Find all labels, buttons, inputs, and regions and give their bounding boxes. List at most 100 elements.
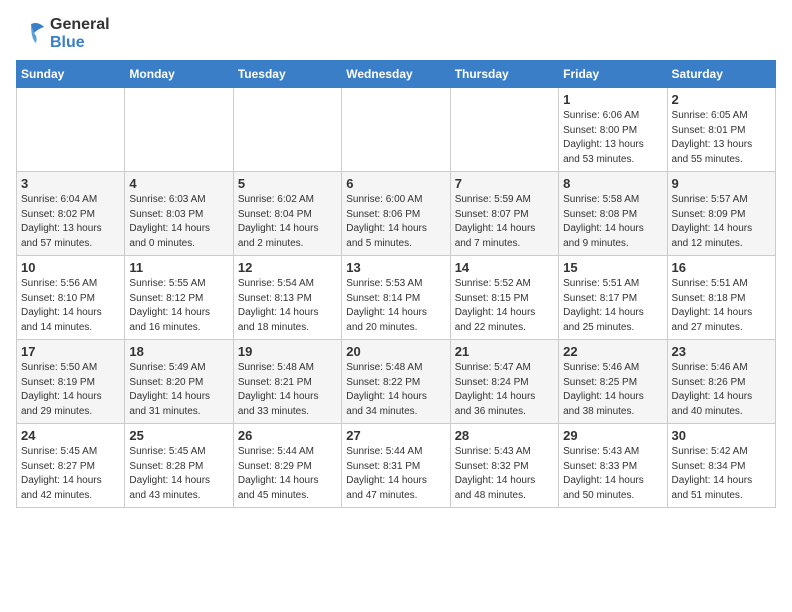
calendar-cell: 1 Sunrise: 6:06 AM Sunset: 8:00 PM Daylig… <box>559 88 667 172</box>
week-row-3: 10 Sunrise: 5:56 AM Sunset: 8:10 PM Dayli… <box>17 256 776 340</box>
day-number: 7 <box>455 176 554 191</box>
cell-info: Sunrise: 5:47 AM Sunset: 8:24 PM Dayligh… <box>455 361 554 419</box>
day-number: 4 <box>129 176 228 191</box>
header-day-saturday: Saturday <box>667 61 775 88</box>
day-number: 29 <box>563 428 662 443</box>
cell-info: Sunrise: 5:59 AM Sunset: 8:07 PM Dayligh… <box>455 193 554 251</box>
cell-info: Sunrise: 6:00 AM Sunset: 8:06 PM Dayligh… <box>346 193 445 251</box>
cell-info: Sunrise: 5:46 AM Sunset: 8:25 PM Dayligh… <box>563 361 662 419</box>
calendar-cell <box>342 88 450 172</box>
cell-info: Sunrise: 5:57 AM Sunset: 8:09 PM Dayligh… <box>672 193 771 251</box>
cell-info: Sunrise: 5:54 AM Sunset: 8:13 PM Dayligh… <box>238 277 337 335</box>
calendar-cell: 30 Sunrise: 5:42 AM Sunset: 8:34 PM Dayli… <box>667 424 775 508</box>
calendar-cell: 23 Sunrise: 5:46 AM Sunset: 8:26 PM Dayli… <box>667 340 775 424</box>
day-number: 20 <box>346 344 445 359</box>
cell-info: Sunrise: 5:51 AM Sunset: 8:17 PM Dayligh… <box>563 277 662 335</box>
calendar-cell: 29 Sunrise: 5:43 AM Sunset: 8:33 PM Dayli… <box>559 424 667 508</box>
day-number: 19 <box>238 344 337 359</box>
cell-info: Sunrise: 6:05 AM Sunset: 8:01 PM Dayligh… <box>672 109 771 167</box>
calendar-table: SundayMondayTuesdayWednesdayThursdayFrid… <box>16 60 776 508</box>
week-row-1: 1 Sunrise: 6:06 AM Sunset: 8:00 PM Daylig… <box>17 88 776 172</box>
cell-info: Sunrise: 5:48 AM Sunset: 8:21 PM Dayligh… <box>238 361 337 419</box>
calendar-cell: 28 Sunrise: 5:43 AM Sunset: 8:32 PM Dayli… <box>450 424 558 508</box>
week-row-4: 17 Sunrise: 5:50 AM Sunset: 8:19 PM Dayli… <box>17 340 776 424</box>
day-number: 13 <box>346 260 445 275</box>
calendar-cell: 24Sunrise: 5:45 AM Sunset: 8:27 PM Dayli… <box>17 424 125 508</box>
logo-row: General Blue <box>16 16 110 52</box>
cell-info: Sunrise: 5:50 AM Sunset: 8:19 PM Dayligh… <box>21 361 120 419</box>
logo-text: General Blue <box>50 16 110 52</box>
day-number: 11 <box>129 260 228 275</box>
calendar-cell: 27Sunrise: 5:44 AM Sunset: 8:31 PM Dayli… <box>342 424 450 508</box>
day-number: 3 <box>21 176 120 191</box>
calendar-cell <box>17 88 125 172</box>
cell-info: Sunrise: 5:43 AM Sunset: 8:32 PM Dayligh… <box>455 445 554 503</box>
calendar-cell: 22 Sunrise: 5:46 AM Sunset: 8:25 PM Dayli… <box>559 340 667 424</box>
week-row-2: 3 Sunrise: 6:04 AM Sunset: 8:02 PM Daylig… <box>17 172 776 256</box>
calendar-cell: 25Sunrise: 5:45 AM Sunset: 8:28 PM Dayli… <box>125 424 233 508</box>
header-day-friday: Friday <box>559 61 667 88</box>
calendar-cell: 9 Sunrise: 5:57 AM Sunset: 8:09 PM Daylig… <box>667 172 775 256</box>
cell-info: Sunrise: 5:53 AM Sunset: 8:14 PM Dayligh… <box>346 277 445 335</box>
calendar-cell: 7 Sunrise: 5:59 AM Sunset: 8:07 PM Daylig… <box>450 172 558 256</box>
calendar-cell: 26 Sunrise: 5:44 AM Sunset: 8:29 PM Dayli… <box>233 424 341 508</box>
cell-info: Sunrise: 5:46 AM Sunset: 8:26 PM Dayligh… <box>672 361 771 419</box>
logo-bird-icon <box>16 19 46 49</box>
calendar-cell: 13 Sunrise: 5:53 AM Sunset: 8:14 PM Dayli… <box>342 256 450 340</box>
day-number: 16 <box>672 260 771 275</box>
day-number: 23 <box>672 344 771 359</box>
calendar-cell: 10 Sunrise: 5:56 AM Sunset: 8:10 PM Dayli… <box>17 256 125 340</box>
cell-info: Sunrise: 6:02 AM Sunset: 8:04 PM Dayligh… <box>238 193 337 251</box>
logo: General Blue <box>16 16 110 52</box>
header-day-tuesday: Tuesday <box>233 61 341 88</box>
calendar-cell: 18 Sunrise: 5:49 AM Sunset: 8:20 PM Dayli… <box>125 340 233 424</box>
day-number: 6 <box>346 176 445 191</box>
day-number: 15 <box>563 260 662 275</box>
cell-info: Sunrise: 5:55 AM Sunset: 8:12 PM Dayligh… <box>129 277 228 335</box>
calendar-header: SundayMondayTuesdayWednesdayThursdayFrid… <box>17 61 776 88</box>
calendar-cell: 2 Sunrise: 6:05 AM Sunset: 8:01 PM Daylig… <box>667 88 775 172</box>
cell-info: Sunrise: 5:56 AM Sunset: 8:10 PM Dayligh… <box>21 277 120 335</box>
day-number: 8 <box>563 176 662 191</box>
cell-info: Sunrise: 5:49 AM Sunset: 8:20 PM Dayligh… <box>129 361 228 419</box>
cell-info: Sunrise: 5:44 AM Sunset: 8:29 PM Dayligh… <box>238 445 337 503</box>
calendar-cell: 5 Sunrise: 6:02 AM Sunset: 8:04 PM Daylig… <box>233 172 341 256</box>
calendar-cell: 12 Sunrise: 5:54 AM Sunset: 8:13 PM Dayli… <box>233 256 341 340</box>
day-number: 12 <box>238 260 337 275</box>
calendar-cell <box>450 88 558 172</box>
cell-info: Sunrise: 6:06 AM Sunset: 8:00 PM Dayligh… <box>563 109 662 167</box>
day-number: 27 <box>346 428 445 443</box>
cell-info: Sunrise: 5:43 AM Sunset: 8:33 PM Dayligh… <box>563 445 662 503</box>
cell-info: Sunrise: 5:48 AM Sunset: 8:22 PM Dayligh… <box>346 361 445 419</box>
day-number: 17 <box>21 344 120 359</box>
day-number: 26 <box>238 428 337 443</box>
day-number: 9 <box>672 176 771 191</box>
cell-info: Sunrise: 5:42 AM Sunset: 8:34 PM Dayligh… <box>672 445 771 503</box>
calendar-cell: 11 Sunrise: 5:55 AM Sunset: 8:12 PM Dayli… <box>125 256 233 340</box>
day-number: 14 <box>455 260 554 275</box>
header: General Blue <box>16 16 776 52</box>
day-number: 10 <box>21 260 120 275</box>
day-number: 30 <box>672 428 771 443</box>
calendar-cell: 20 Sunrise: 5:48 AM Sunset: 8:22 PM Dayli… <box>342 340 450 424</box>
cell-info: Sunrise: 6:03 AM Sunset: 8:03 PM Dayligh… <box>129 193 228 251</box>
cell-info: Sunrise: 5:51 AM Sunset: 8:18 PM Dayligh… <box>672 277 771 335</box>
calendar-cell: 19 Sunrise: 5:48 AM Sunset: 8:21 PM Dayli… <box>233 340 341 424</box>
day-number: 2 <box>672 92 771 107</box>
cell-info: Sunrise: 5:52 AM Sunset: 8:15 PM Dayligh… <box>455 277 554 335</box>
calendar-cell: 8 Sunrise: 5:58 AM Sunset: 8:08 PM Daylig… <box>559 172 667 256</box>
day-number: 18 <box>129 344 228 359</box>
day-number: 5 <box>238 176 337 191</box>
header-day-sunday: Sunday <box>17 61 125 88</box>
calendar-cell: 17 Sunrise: 5:50 AM Sunset: 8:19 PM Dayli… <box>17 340 125 424</box>
cell-info: Sunrise: 5:58 AM Sunset: 8:08 PM Dayligh… <box>563 193 662 251</box>
calendar-cell: 16 Sunrise: 5:51 AM Sunset: 8:18 PM Dayli… <box>667 256 775 340</box>
calendar-cell: 6 Sunrise: 6:00 AM Sunset: 8:06 PM Daylig… <box>342 172 450 256</box>
calendar-cell <box>233 88 341 172</box>
day-number: 22 <box>563 344 662 359</box>
calendar-cell <box>125 88 233 172</box>
day-number: 24 <box>21 428 120 443</box>
day-number: 28 <box>455 428 554 443</box>
day-number: 1 <box>563 92 662 107</box>
cell-info: Sunrise: 6:04 AM Sunset: 8:02 PM Dayligh… <box>21 193 120 251</box>
